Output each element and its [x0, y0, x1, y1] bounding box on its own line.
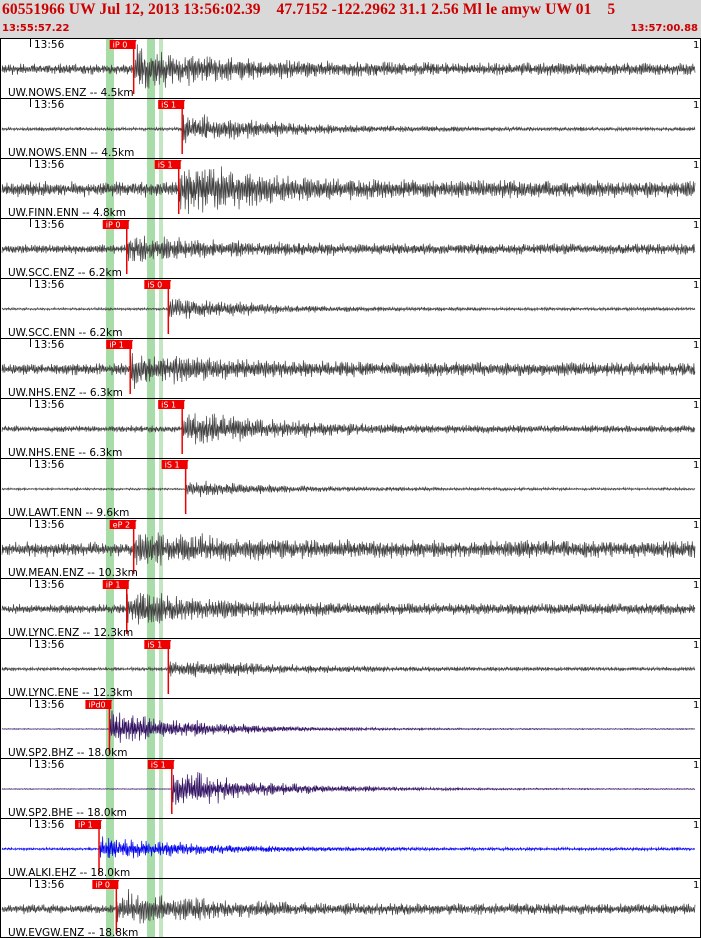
predicted-p-band [106, 38, 114, 938]
panel-time-label: 13:56 [34, 459, 65, 471]
station-label: UW.LYNC.ENZ -- 12.3km [8, 627, 133, 639]
panel-scale-label: 1 [693, 820, 699, 831]
pick-label: iS 1 [161, 401, 176, 410]
pick-label: iP 1 [78, 821, 93, 830]
pick-label: iS 1 [151, 761, 166, 770]
panel-scale-label: 1 [693, 640, 699, 651]
station-label: UW.FINN.ENN -- 4.8km [8, 207, 126, 219]
panel-time-label: 13:56 [34, 39, 65, 51]
seismogram-panels[interactable]: iP 0 13:56 1 UW.NOWS.ENZ -- 4.5km iS 1 13:56 1… [0, 38, 701, 938]
panel-time-label: 13:56 [34, 279, 65, 291]
panel-time-label: 13:56 [34, 879, 65, 891]
pick-label: iPd0 [88, 701, 105, 710]
panel-time-label: 13:56 [34, 99, 65, 111]
station-label: UW.ALKI.EHZ -- 18.0km [8, 867, 130, 879]
panel-time-label: 13:56 [34, 219, 65, 231]
pick-label: iP 0 [106, 221, 121, 230]
pick-label: iS 1 [147, 641, 162, 650]
station-label: UW.NOWS.ENN -- 4.5km [8, 147, 134, 159]
panel-scale-label: 1 [693, 340, 699, 351]
event-header: 60551966 UW Jul 12, 2013 13:56:02.39 47.… [0, 0, 701, 38]
pick-label: iS 1 [165, 461, 180, 470]
panel-scale-label: 1 [693, 760, 699, 771]
panel-time-label: 13:56 [34, 399, 65, 411]
pick-label: iS 1 [161, 101, 176, 110]
panel-scale-label: 1 [693, 460, 699, 471]
panel-scale-label: 1 [693, 700, 699, 711]
panel-time-label: 13:56 [34, 759, 65, 771]
station-label: UW.MEAN.ENZ -- 10.3km [8, 567, 138, 579]
panel-time-label: 13:56 [34, 519, 65, 531]
station-label: UW.LAWT.ENN -- 9.6km [8, 507, 129, 519]
panel-time-label: 13:56 [34, 579, 65, 591]
end-time-label: 13:57:00.88 [630, 23, 698, 34]
station-label: UW.NHS.ENE -- 6.3km [8, 447, 122, 459]
station-label: UW.SP2.BHZ -- 18.0km [8, 747, 127, 759]
station-label: UW.NHS.ENZ -- 6.3km [8, 387, 123, 399]
panel-scale-label: 1 [693, 100, 699, 111]
station-label: UW.EVGW.ENZ -- 18.8km [8, 927, 138, 938]
event-title: 60551966 UW Jul 12, 2013 13:56:02.39 47.… [2, 1, 616, 18]
pick-label: iP 1 [109, 341, 124, 350]
start-time-label: 13:55:57.22 [2, 23, 70, 34]
station-label: UW.SP2.BHE -- 18.0km [8, 807, 127, 819]
panel-scale-label: 1 [693, 400, 699, 411]
panel-time-label: 13:56 [34, 819, 65, 831]
pick-label: iP 0 [113, 41, 128, 50]
pick-label: iP 1 [106, 581, 121, 590]
panel-scale-label: 1 [693, 580, 699, 591]
pick-label: iS 1 [158, 161, 173, 170]
panel-scale-label: 1 [693, 220, 699, 231]
panel-scale-label: 1 [693, 280, 699, 291]
panel-scale-label: 1 [693, 40, 699, 51]
panel-time-label: 13:56 [34, 639, 65, 651]
pick-label: iS 0 [147, 281, 162, 290]
station-label: UW.SCC.ENN -- 6.2km [8, 327, 122, 339]
panel-scale-label: 1 [693, 880, 699, 891]
panel-time-label: 13:56 [34, 699, 65, 711]
panel-time-label: 13:56 [34, 339, 65, 351]
station-label: UW.SCC.ENZ -- 6.2km [8, 267, 122, 279]
panel-scale-label: 1 [693, 160, 699, 171]
panel-scale-label: 1 [693, 520, 699, 531]
pick-label: iP 0 [95, 881, 110, 890]
pick-label: eP 2 [113, 521, 130, 530]
panel-time-label: 13:56 [34, 159, 65, 171]
station-label: UW.NOWS.ENZ -- 4.5km [8, 87, 134, 99]
station-label: UW.LYNC.ENE -- 12.3km [8, 687, 133, 699]
